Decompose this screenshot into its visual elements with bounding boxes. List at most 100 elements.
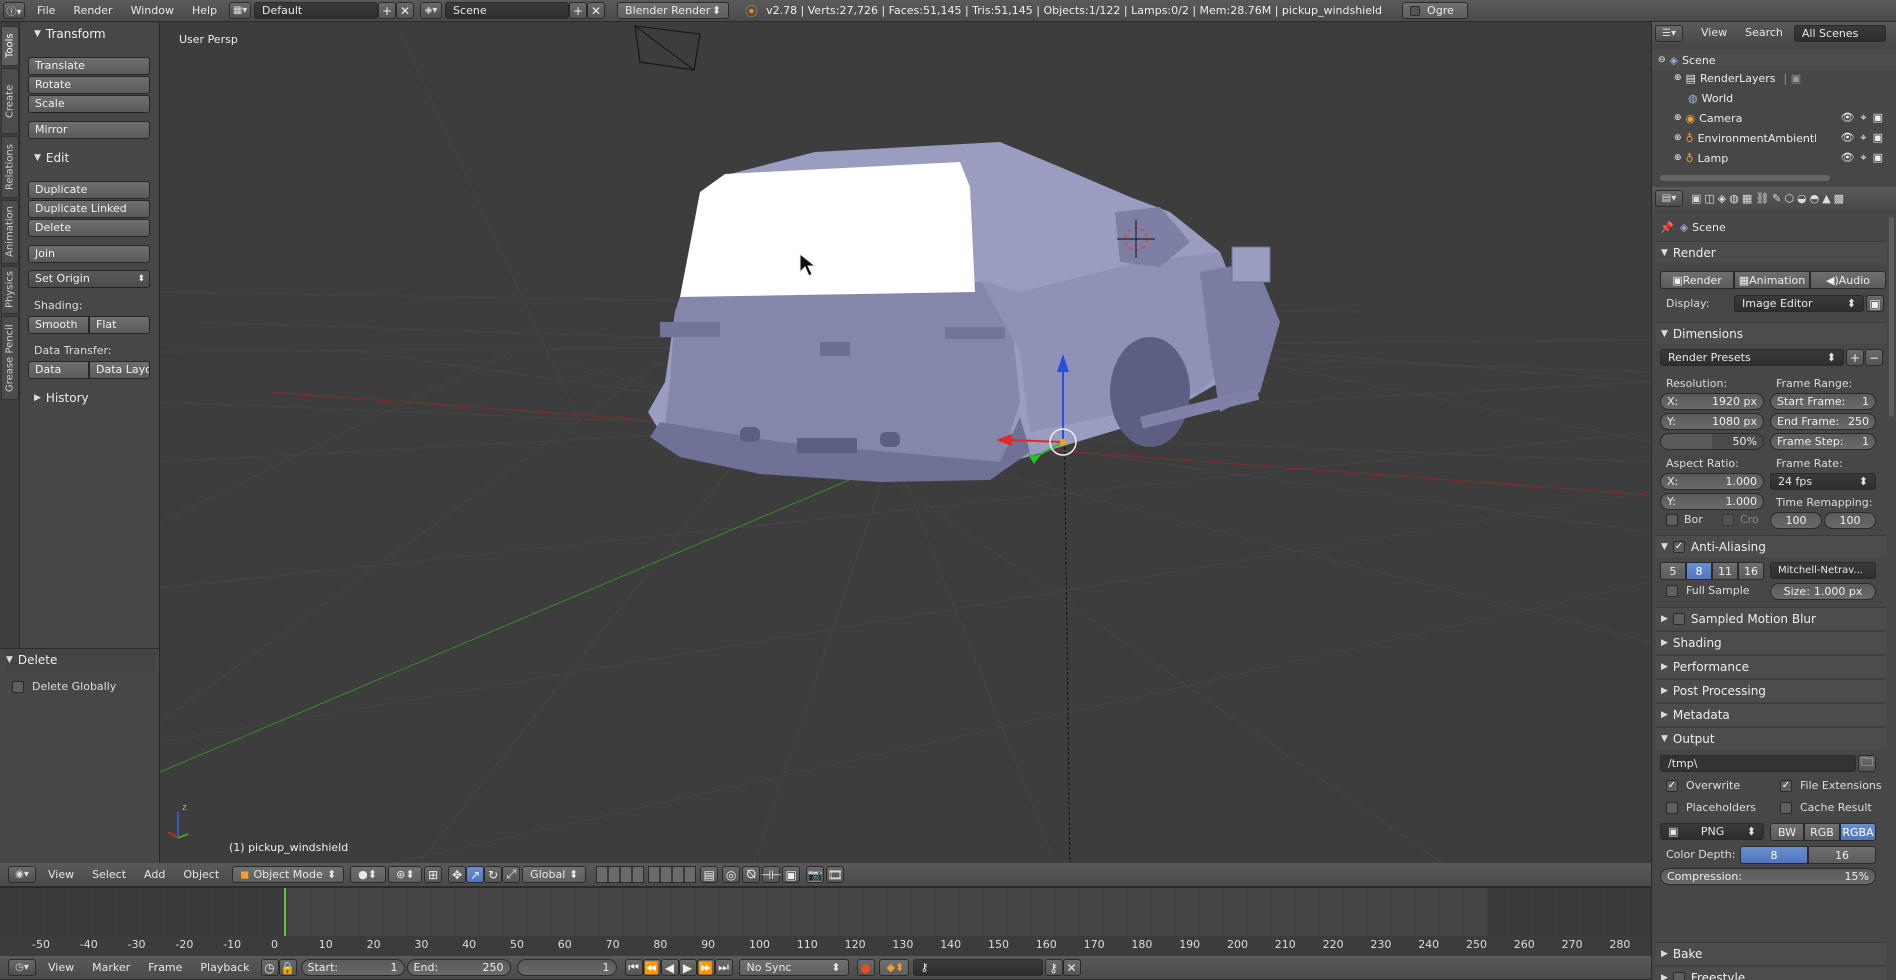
jump-start-icon[interactable]: ⏮ [624,959,643,976]
info-editor-icon[interactable]: ⓘ▾ [3,2,25,19]
timeline[interactable]: -50 -40 -30 -20 -10 0 10 20 30 40 50 60 70 80 90 100 110… [0,887,1651,957]
render-audio-button[interactable]: ◀) Audio [1810,271,1886,289]
sync-mode-select[interactable]: No Sync ⬍ [738,959,849,976]
manipulator-toggle-icon[interactable]: ⊞ [424,866,443,883]
rotate-manipulator-icon[interactable]: ↻ [484,866,503,883]
ogre-checkbox[interactable] [1410,5,1421,16]
edit-panel-header[interactable]: ▼ Edit [34,151,69,165]
move-manipulator-icon[interactable]: ↗ [466,866,485,883]
bake-panel-header[interactable]: ▶ Bake [1656,942,1886,964]
resolution-percentage-slider[interactable]: 50% [1660,433,1764,450]
color-depth-8[interactable]: 8 [1740,846,1808,864]
delete-globally-option[interactable]: Delete Globally [12,680,116,693]
translate-button[interactable]: Translate [28,57,150,75]
aa-samples-11[interactable]: 11 [1712,562,1738,580]
visibility-icons[interactable]: 👁⌖▣ [1840,111,1889,125]
aa-filter-select[interactable]: Mitchell-Netrav... [1770,562,1876,579]
layer-buttons-1[interactable] [596,866,645,883]
menu-object[interactable]: Object [174,864,228,886]
play-icon[interactable]: ▶ [678,959,697,976]
resolution-x-field[interactable]: X: 1920 px [1660,393,1764,410]
render-still-button[interactable]: ▣ Render [1660,271,1734,289]
color-mode-bw[interactable]: BW [1770,823,1804,841]
cache-result-option[interactable]: Cache Result [1780,801,1872,814]
start-frame-field[interactable]: Start Frame: 1 [1770,393,1876,410]
preview-range-icon[interactable]: ◷ [260,959,279,976]
transform-panel-header[interactable]: ▼ Transform [34,27,106,41]
outliner-item-world[interactable]: ◍ World [1652,88,1896,108]
outliner-display-mode[interactable]: All Scenes [1793,24,1886,42]
render-panel-header[interactable]: ▼ Render [1656,241,1886,263]
remove-preset-button[interactable]: − [1865,349,1883,366]
3d-view-editor-icon[interactable]: ◉▾ [8,866,36,883]
time-remap-old-field[interactable]: 100 [1770,512,1822,529]
full-sample-checkbox[interactable] [1666,584,1678,597]
output-panel-header[interactable]: ▼ Output [1656,727,1886,749]
scene-field[interactable]: Scene [445,2,570,19]
placeholders-checkbox[interactable] [1666,801,1678,814]
menu-render[interactable]: Render [64,0,121,22]
post-processing-panel-header[interactable]: ▶ Post Processing [1656,679,1886,701]
tab-physics[interactable]: Physics [1,266,19,314]
end-frame-field[interactable]: End: 250 [406,959,511,976]
visibility-icons[interactable]: 👁⌖▣ [1840,151,1889,165]
crop-checkbox[interactable] [1722,513,1734,526]
placeholders-option[interactable]: Placeholders [1666,801,1756,814]
screen-layout-icon[interactable]: ▦▾ [229,2,252,19]
current-frame-indicator[interactable] [284,888,286,938]
menu-select[interactable]: Select [83,864,135,886]
insert-keyframe-icon[interactable]: ⚷ [1044,959,1063,976]
layer-lock-icon[interactable]: ▤ [700,866,719,883]
overwrite-checkbox[interactable] [1666,779,1678,792]
outliner-item-camera[interactable]: ⊕ ◉ Camera 👁⌖▣ [1652,108,1896,128]
time-remap-new-field[interactable]: 100 [1824,512,1876,529]
anti-aliasing-checkbox[interactable] [1672,540,1685,553]
outliner-item-renderlayers[interactable]: ⊕ ▤ RenderLayers | ▣ [1652,68,1896,88]
data-transfer-button[interactable]: Data [28,361,89,379]
frame-rate-select[interactable]: 24 fps ⬍ [1770,473,1876,490]
play-reverse-icon[interactable]: ◀ [660,959,679,976]
aa-size-field[interactable]: Size: 1.000 px [1770,583,1876,600]
cache-result-checkbox[interactable] [1780,801,1792,814]
full-sample-option[interactable]: Full Sample [1666,584,1750,597]
file-format-select[interactable]: ▣ PNG ⬍ [1660,823,1764,840]
aa-samples-8[interactable]: 8 [1686,562,1712,580]
operator-panel-header[interactable]: ▼ Delete [6,650,156,670]
pivot-point-select[interactable]: ⊛⬍ [388,866,423,883]
frame-step-field[interactable]: Frame Step: 1 [1770,433,1876,450]
sampled-motion-blur-panel-header[interactable]: ▶ Sampled Motion Blur [1656,607,1886,629]
record-icon[interactable]: ● [856,959,875,976]
proportional-edit-icon[interactable]: ◎ [722,866,741,883]
performance-panel-header[interactable]: ▶ Performance [1656,655,1886,677]
jump-keyframe-forward-icon[interactable]: ⏩ [696,959,715,976]
outliner-menu-search[interactable]: Search [1736,22,1792,44]
add-layout-button[interactable]: + [378,2,397,19]
outliner-editor-icon[interactable]: ☰▾ [1655,24,1683,42]
timeline-editor-icon[interactable]: ◷▾ [8,959,36,976]
outliner-item-environment-ambient[interactable]: ⊕ ♁ EnvironmentAmbientLi 👁⌖▣ [1652,128,1896,148]
render-still-icon[interactable]: 📷 [806,866,825,883]
join-button[interactable]: Join [28,245,150,263]
add-scene-button[interactable]: + [569,2,588,19]
tab-relations[interactable]: Relations [1,136,19,198]
lock-interface-icon[interactable]: ▣ [1866,295,1884,312]
set-origin-select[interactable]: Set Origin ⬍ [28,270,150,288]
opengl-render-icon[interactable]: ▣ [782,866,801,883]
jump-end-icon[interactable]: ⏭ [714,959,733,976]
outliner-item-lamp[interactable]: ⊕ ♁ Lamp 👁⌖▣ [1652,148,1896,168]
render-animation-icon[interactable]: 🎞 [826,866,845,883]
outliner-scrollbar[interactable] [1660,175,1830,181]
aspect-y-field[interactable]: Y: 1.000 [1660,493,1764,510]
start-frame-field[interactable]: Start: 1 [300,959,405,976]
smooth-button[interactable]: Smooth [28,316,89,334]
3d-viewport[interactable]: z User Persp (1) pickup_windshield [160,22,1651,875]
menu-window[interactable]: Window [122,0,183,22]
scene-icon[interactable]: ◈▾ [420,2,443,19]
render-engine-select[interactable]: Blender Render ⬍ [617,2,730,19]
properties-editor-icon[interactable]: ▤▾ [1655,189,1683,207]
remove-layout-button[interactable]: ✕ [396,2,415,19]
properties-context-tabs[interactable]: ▣◫◈◍▦⛓✎⬡◒◓▲▩ [1691,192,1847,205]
outliner-item-scene[interactable]: ⊖ ◈ Scene [1652,50,1896,70]
tab-animation[interactable]: Animation [1,200,19,264]
transform-orientation-select[interactable]: Global ⬍ [522,866,587,883]
